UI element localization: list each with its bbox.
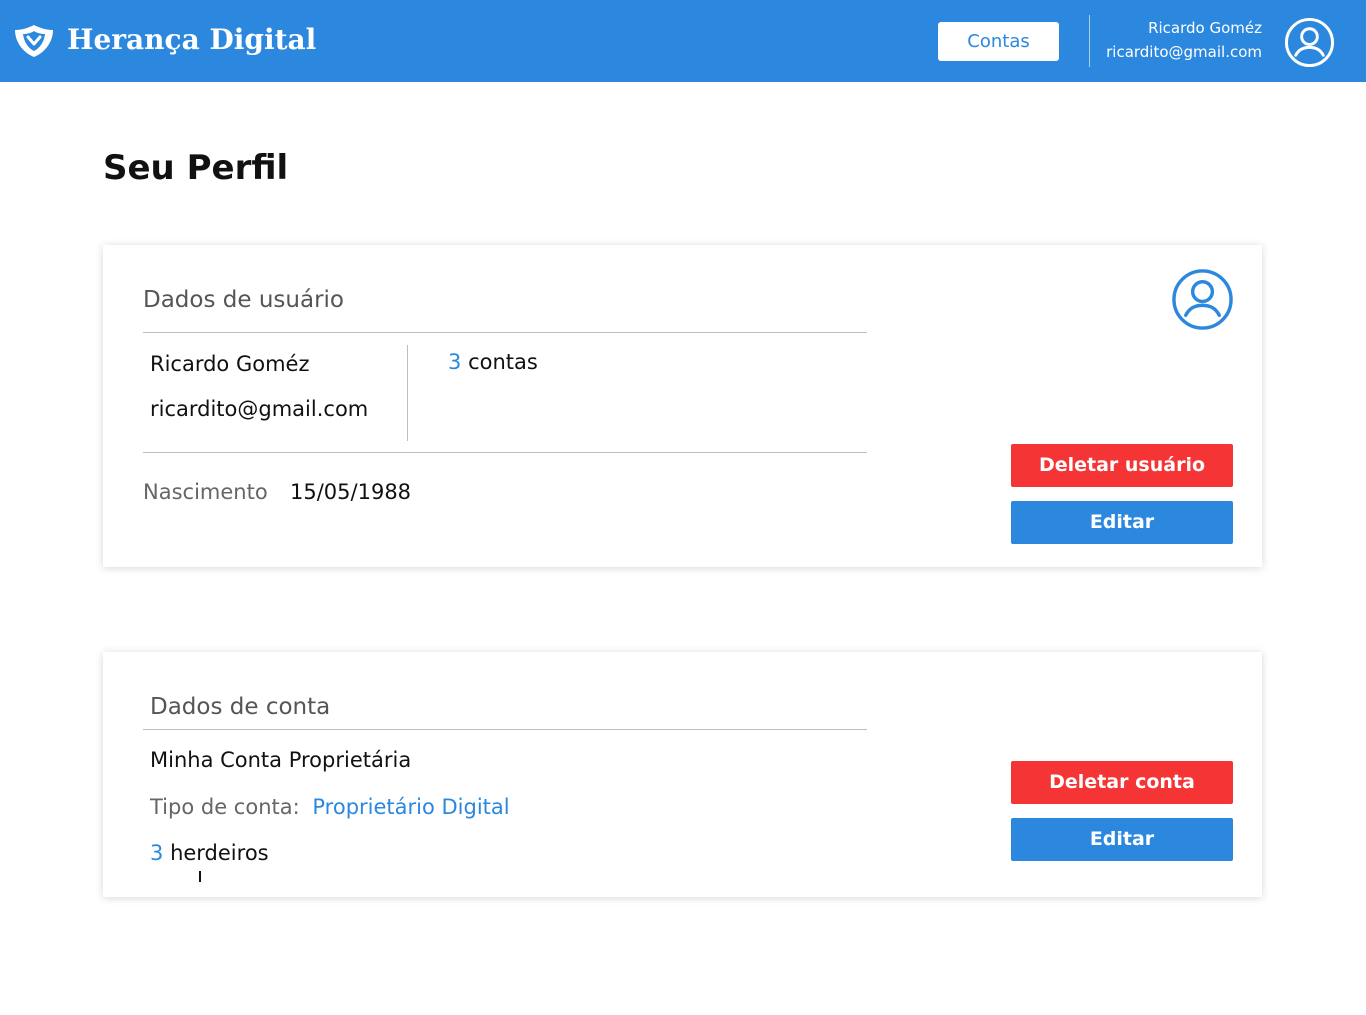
header-user-email: ricardito@gmail.com (1106, 43, 1262, 61)
text-cursor (199, 871, 201, 882)
divider (143, 729, 867, 730)
heirs-count: 3 (150, 841, 164, 865)
accounts-count-line: 3 contas (448, 350, 538, 374)
top-bar: Herança Digital Contas Ricardo Goméz ric… (0, 0, 1366, 82)
delete-user-button[interactable]: Deletar usuário (1011, 444, 1233, 487)
heirs-label: herdeiros (170, 841, 269, 865)
brand-name: Herança Digital (67, 23, 317, 56)
vertical-divider (407, 345, 408, 441)
account-type-value[interactable]: Proprietário Digital (312, 795, 509, 819)
edit-user-button[interactable]: Editar (1011, 501, 1233, 544)
accounts-count: 3 (448, 350, 462, 374)
accounts-nav-button[interactable]: Contas (938, 22, 1059, 61)
user-email: ricardito@gmail.com (150, 397, 369, 421)
user-name: Ricardo Goméz (150, 352, 310, 376)
divider (143, 332, 867, 333)
user-avatar-icon (1172, 269, 1233, 330)
account-type-line: Tipo de conta: Proprietário Digital (150, 795, 510, 819)
divider (143, 452, 867, 453)
edit-account-button[interactable]: Editar (1011, 818, 1233, 861)
account-name: Minha Conta Proprietária (150, 748, 412, 772)
header-user-name: Ricardo Goméz (1148, 19, 1262, 37)
header-divider (1089, 15, 1090, 67)
birth-label: Nascimento (143, 480, 268, 504)
user-card-title: Dados de usuário (143, 287, 344, 313)
account-type-label: Tipo de conta: (150, 795, 300, 819)
heirs-count-line: 3 herdeiros (150, 841, 269, 865)
user-avatar-icon[interactable] (1284, 17, 1335, 68)
shield-logo-icon (15, 25, 53, 57)
accounts-label: contas (468, 350, 538, 374)
account-card-title: Dados de conta (150, 694, 331, 720)
page-title: Seu Perfil (103, 148, 289, 188)
delete-account-button[interactable]: Deletar conta (1011, 761, 1233, 804)
account-data-card: Dados de conta Minha Conta Proprietária … (103, 652, 1262, 897)
user-data-card: Dados de usuário Ricardo Goméz ricardito… (103, 245, 1262, 567)
birth-value: 15/05/1988 (290, 480, 412, 504)
